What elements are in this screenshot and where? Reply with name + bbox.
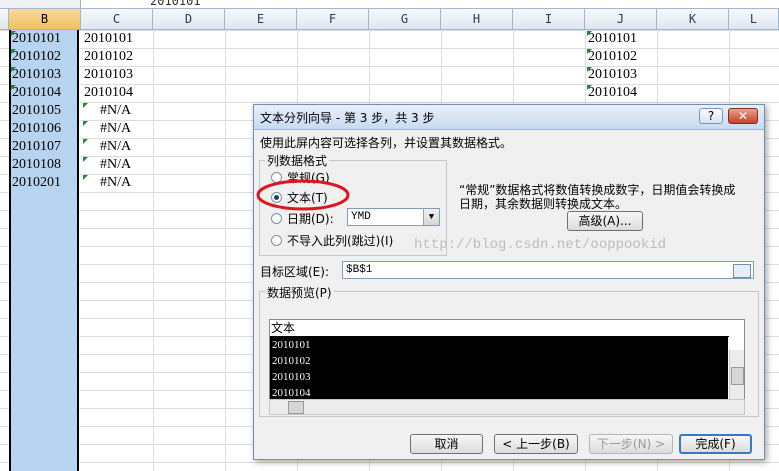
cell-c6[interactable]: #N/A [100,120,131,138]
cell-c9[interactable]: #N/A [100,174,131,192]
format-group-label: 列数据格式 [265,152,330,169]
column-header-c[interactable]: C [81,9,153,29]
column-header-bar: B C D E F G H I J K L [0,9,779,30]
column-header-l[interactable]: L [729,9,779,29]
error-indicator-icon [83,139,88,144]
next-button[interactable]: 下一步(N) > [589,434,673,454]
cell-c1[interactable]: 2010101 [84,30,133,48]
preview-horizontal-scrollbar[interactable] [269,399,745,415]
preview-row: 2010101 [272,339,311,351]
scrollbar-thumb[interactable] [288,401,304,414]
text-import-wizard-dialog: 文本分列向导 - 第 3 步，共 3 步 ? ✕ 使用此屏内容可选择各列，并设置… [253,104,765,460]
cell-b9[interactable]: 2010201 [12,174,61,192]
destination-label: 目标区域(E): [260,265,329,279]
format-description-line2: 日期，其余数据则转换成文本。 [459,197,628,211]
cell-c7[interactable]: #N/A [100,138,131,156]
column-header-g[interactable]: G [369,9,441,29]
cell-b5[interactable]: 2010105 [12,102,61,120]
watermark: http://blog.csdn.net/ooppookid [414,237,667,253]
cell-b8[interactable]: 2010108 [12,156,61,174]
preview-row: 2010102 [272,355,311,367]
name-box[interactable] [0,0,81,8]
radio-date[interactable] [271,213,282,224]
column-header-e[interactable]: E [225,9,297,29]
column-header-i[interactable]: I [513,9,585,29]
cancel-button[interactable]: 取消 [410,434,483,454]
row-header-corner[interactable] [0,9,9,29]
dialog-title: 文本分列向导 - 第 3 步，共 3 步 [260,111,435,125]
preview-pane[interactable]: 文本 2010101 2010102 2010103 2010104 [269,319,745,401]
cell-j1[interactable]: 2010101 [588,30,637,48]
close-button[interactable]: ✕ [728,108,758,124]
cell-c4[interactable]: 2010104 [84,84,133,102]
range-picker-icon[interactable] [733,264,751,278]
radio-skip[interactable] [271,235,282,246]
preview-label: 数据预览(P) [265,284,334,301]
cell-b3[interactable]: 2010103 [12,66,61,84]
column-header-k[interactable]: K [657,9,729,29]
cell-j2[interactable]: 2010102 [588,48,637,66]
column-header-j[interactable]: J [585,9,657,29]
column-header-d[interactable]: D [153,9,225,29]
chevron-down-icon[interactable]: ▼ [423,209,439,225]
column-header-f[interactable]: F [297,9,369,29]
cell-b7[interactable]: 2010107 [12,138,61,156]
gridline [153,30,154,471]
column-header-h[interactable]: H [441,9,513,29]
cell-b2[interactable]: 2010102 [12,48,61,66]
scrollbar-thumb[interactable] [731,367,744,385]
dialog-titlebar[interactable]: 文本分列向导 - 第 3 步，共 3 步 ? ✕ [254,105,764,130]
error-indicator-icon [11,85,16,90]
formula-bar[interactable]: 2010101 [0,0,779,9]
error-indicator-icon [83,121,88,126]
error-indicator-icon [587,67,592,72]
error-indicator-icon [587,31,592,36]
dialog-instruction: 使用此屏内容可选择各列，并设置其数据格式。 [260,136,513,150]
cell-c8[interactable]: #N/A [100,156,131,174]
error-indicator-icon [587,49,592,54]
cell-c3[interactable]: 2010103 [84,66,133,84]
error-indicator-icon [11,31,16,36]
finish-button[interactable]: 完成(F) [679,434,752,454]
preview-selected-column[interactable]: 2010101 2010102 2010103 2010104 [270,337,728,400]
help-button[interactable]: ? [699,108,723,124]
error-indicator-icon [83,103,88,108]
error-indicator-icon [83,175,88,180]
destination-input[interactable]: $B$1 [342,261,754,279]
cell-c2[interactable]: 2010102 [84,48,133,66]
cell-b4[interactable]: 2010104 [12,84,61,102]
destination-value: $B$1 [346,264,373,276]
error-indicator-icon [83,157,88,162]
back-button[interactable]: < 上一步(B) [494,434,578,454]
radio-skip-label[interactable]: 不导入此列(跳过)(I) [287,232,393,249]
cell-c5[interactable]: #N/A [100,102,131,120]
error-indicator-icon [11,67,16,72]
radio-date-label[interactable]: 日期(D): [287,210,334,227]
preview-header[interactable]: 文本 [270,320,729,337]
formula-value: 2010101 [150,0,201,8]
date-format-select[interactable]: YMD ▼ [347,208,440,226]
error-indicator-icon [11,49,16,54]
preview-vertical-scrollbar[interactable] [729,350,744,400]
annotation-circle-icon [256,179,350,211]
cell-b1[interactable]: 2010101 [12,30,61,48]
cell-j3[interactable]: 2010103 [588,66,637,84]
error-indicator-icon [587,85,592,90]
advanced-button[interactable]: 高级(A)... [567,211,643,231]
column-header-b[interactable]: B [9,9,81,29]
cell-b6[interactable]: 2010106 [12,120,61,138]
date-format-value: YMD [351,211,371,223]
gridline [225,30,226,471]
cell-j4[interactable]: 2010104 [588,84,637,102]
preview-row: 2010103 [272,371,311,383]
